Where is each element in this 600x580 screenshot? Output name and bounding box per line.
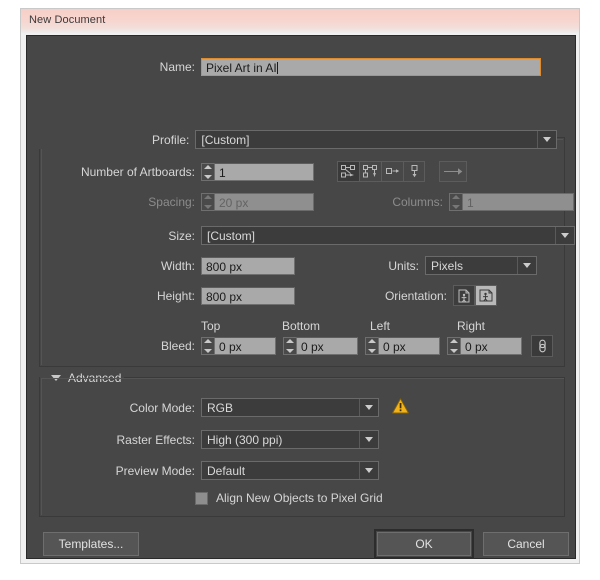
text-caret [276, 62, 278, 74]
artboards-input[interactable]: 1 [214, 162, 314, 181]
height-input[interactable]: 800 px [201, 287, 295, 305]
bleed-row: Bleed: 0 px 0 px 0 px 0 px [27, 335, 553, 357]
align-pixel-grid-checkbox[interactable] [195, 491, 208, 505]
spacing-row: Spacing: 20 px [27, 193, 314, 211]
name-input[interactable]: Pixel Art in AI [201, 58, 541, 76]
height-label: Height: [156, 289, 195, 303]
right-to-left-layout-icon[interactable] [439, 161, 467, 182]
size-select[interactable]: [Custom] [201, 226, 575, 245]
advanced-divider [124, 377, 565, 379]
landscape-orientation-icon[interactable] [475, 285, 497, 306]
units-value: Pixels [431, 258, 464, 273]
name-row: Name: Pixel Art in AI [27, 58, 547, 76]
window-title: New Document [29, 14, 106, 26]
height-row: Height: 800 px [27, 287, 295, 305]
bleed-right-input[interactable]: 0 px [460, 337, 522, 355]
bleed-left-input[interactable]: 0 px [378, 337, 440, 355]
chevron-down-icon[interactable] [359, 462, 378, 479]
chevron-down-icon[interactable] [359, 399, 378, 416]
profile-row: Profile: [Custom] [27, 130, 557, 149]
arrange-by-row-icon[interactable] [381, 161, 403, 182]
bleed-bottom-input[interactable]: 0 px [296, 337, 358, 355]
bleed-right-stepper[interactable] [447, 337, 460, 355]
preview-mode-label: Preview Mode: [115, 463, 195, 478]
units-select[interactable]: Pixels [425, 256, 537, 275]
size-value: [Custom] [207, 228, 256, 243]
artboard-arrangement-group [337, 161, 425, 182]
bleed-left-header: Left [370, 319, 391, 333]
bleed-label: Bleed: [160, 339, 195, 353]
raster-effects-select[interactable]: High (300 ppi) [201, 430, 379, 449]
columns-label: Columns: [392, 195, 443, 209]
bleed-top-input[interactable]: 0 px [214, 337, 276, 355]
align-pixel-grid-label: Align New Objects to Pixel Grid [216, 491, 383, 505]
chevron-down-icon[interactable] [517, 257, 536, 274]
preview-mode-select[interactable]: Default [201, 461, 379, 480]
profile-label: Profile: [152, 132, 190, 147]
spacing-label: Spacing: [148, 195, 195, 209]
bleed-right-header: Right [457, 319, 486, 333]
bleed-bottom-stepper[interactable] [283, 337, 296, 355]
chevron-down-icon[interactable] [555, 227, 574, 244]
width-input[interactable]: 800 px [201, 257, 295, 275]
profile-value: [Custom] [201, 132, 250, 147]
preview-mode-value: Default [207, 463, 246, 478]
columns-stepper [449, 193, 462, 211]
units-row: Units: Pixels [363, 256, 537, 275]
grid-by-column-icon[interactable] [359, 161, 381, 182]
name-label: Name: [159, 60, 195, 74]
artboards-stepper[interactable] [201, 162, 214, 181]
advanced-disclosure[interactable]: Advanced [51, 371, 121, 385]
artboards-label: Number of Artboards: [80, 164, 195, 179]
profile-select[interactable]: [Custom] [195, 130, 557, 149]
advanced-label: Advanced [68, 371, 122, 385]
bleed-left-stepper[interactable] [365, 337, 378, 355]
title-bar: New Document [21, 9, 579, 33]
triangle-down-icon[interactable] [51, 375, 61, 381]
columns-row: Columns: 1 [363, 193, 574, 211]
cancel-button[interactable]: Cancel [483, 532, 569, 556]
raster-effects-label: Raster Effects: [116, 432, 195, 447]
arrange-by-column-icon[interactable] [403, 161, 425, 182]
bleed-top-header: Top [201, 319, 221, 333]
size-row: Size: [Custom] [27, 226, 575, 245]
preview-mode-row: Preview Mode: Default [27, 461, 379, 480]
width-row: Width: 800 px [27, 257, 295, 275]
units-label: Units: [388, 258, 419, 273]
templates-button[interactable]: Templates... [43, 532, 139, 556]
ok-button[interactable]: OK [374, 529, 474, 559]
warning-triangle-icon [392, 398, 409, 417]
orientation-label: Orientation: [384, 288, 447, 303]
raster-effects-value: High (300 ppi) [207, 432, 283, 447]
chevron-down-icon[interactable] [359, 431, 378, 448]
color-mode-label: Color Mode: [129, 400, 195, 415]
dialog-window: New Document Name: Pixel Art in AI Profi… [20, 8, 580, 564]
color-mode-value: RGB [207, 400, 234, 415]
name-input-value: Pixel Art in AI [206, 61, 277, 75]
size-label: Size: [168, 228, 195, 243]
artboards-row: Number of Artboards: 1 [27, 161, 467, 182]
raster-effects-row: Raster Effects: High (300 ppi) [27, 430, 379, 449]
align-pixel-grid-row[interactable]: Align New Objects to Pixel Grid [195, 491, 383, 505]
bleed-bottom-header: Bottom [282, 319, 321, 333]
color-mode-select[interactable]: RGB [201, 398, 379, 417]
bleed-top-stepper[interactable] [201, 337, 214, 355]
portrait-orientation-icon[interactable] [453, 285, 475, 306]
orientation-row: Orientation: [363, 285, 497, 306]
color-mode-row: Color Mode: RGB [27, 398, 409, 417]
chevron-down-icon[interactable] [537, 131, 556, 148]
chain-link-icon[interactable] [531, 335, 553, 357]
new-document-dialog: Name: Pixel Art in AI Profile: [Custom] … [26, 35, 576, 559]
width-label: Width: [160, 259, 195, 273]
spacing-stepper [201, 193, 214, 211]
columns-input: 1 [462, 193, 574, 211]
grid-by-row-icon[interactable] [337, 161, 359, 182]
spacing-input: 20 px [214, 193, 314, 211]
